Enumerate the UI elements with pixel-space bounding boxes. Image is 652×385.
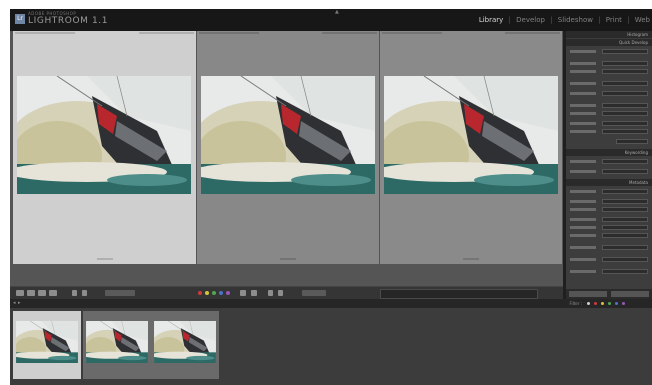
metadata-preset-row[interactable]: [566, 189, 652, 195]
color-label-red[interactable]: [198, 291, 202, 295]
filmstrip-prev-icon[interactable]: ◂: [13, 300, 16, 306]
exposure-row[interactable]: [566, 103, 652, 109]
cell-info: [382, 32, 560, 37]
cell-rating[interactable]: [96, 258, 113, 260]
filmstrip-next-icon[interactable]: ▸: [18, 300, 21, 306]
cell-info: [15, 32, 194, 37]
zoom-slider[interactable]: [302, 290, 326, 296]
filmstrip-thumb[interactable]: [151, 311, 219, 379]
toolbar: [10, 286, 563, 300]
module-separator: |: [598, 16, 601, 24]
filmstrip-thumb-selected[interactable]: [13, 311, 81, 379]
module-slideshow[interactable]: Slideshow: [558, 16, 593, 24]
module-web[interactable]: Web: [635, 16, 650, 24]
module-separator: |: [508, 16, 511, 24]
reset-all-row[interactable]: [566, 139, 652, 145]
survey-cell-selected[interactable]: [13, 31, 196, 264]
cell-rating[interactable]: [463, 258, 479, 260]
metadata-rating-row[interactable]: [566, 217, 652, 223]
module-picker: Library | Develop | Slideshow | Print | …: [476, 16, 650, 24]
cell-info: [199, 32, 377, 37]
crop-ratio-row[interactable]: [566, 61, 652, 67]
filter-green-swatch[interactable]: [608, 302, 611, 305]
filter-yellow-swatch[interactable]: [601, 302, 604, 305]
header: Lr ADOBE PHOTOSHOP LIGHTROOM 1.1 ▲ Libra…: [10, 9, 652, 31]
grid-view-button[interactable]: [16, 290, 24, 296]
keyword-tags-row[interactable]: [566, 159, 652, 165]
module-separator: |: [550, 16, 553, 24]
filter-blue-swatch[interactable]: [615, 302, 618, 305]
color-label-green[interactable]: [212, 291, 216, 295]
metadata-label-row[interactable]: [566, 225, 652, 231]
photo-yacht-3[interactable]: [384, 76, 558, 194]
right-panel: Histogram Quick Develop Keywording Metad…: [566, 31, 652, 299]
color-label-blue[interactable]: [219, 291, 223, 295]
quick-develop-header[interactable]: Quick Develop: [566, 39, 652, 46]
color-label-purple[interactable]: [226, 291, 230, 295]
panel-footer: [566, 289, 652, 299]
clarity-row[interactable]: [566, 121, 652, 127]
keyword-set-row[interactable]: [566, 169, 652, 175]
sort-button[interactable]: [72, 290, 77, 296]
tone-control-row[interactable]: [566, 91, 652, 97]
filmstrip: [10, 308, 652, 385]
metadata-filename-row[interactable]: [566, 199, 652, 205]
metadata-creator-row[interactable]: [566, 269, 652, 275]
treatment-row[interactable]: [566, 69, 652, 75]
module-print[interactable]: Print: [606, 16, 622, 24]
lightroom-window: Lr ADOBE PHOTOSHOP LIGHTROOM 1.1 ▲ Libra…: [10, 9, 652, 385]
collapse-top-panel-icon[interactable]: ▲: [335, 9, 339, 15]
sync-settings-button[interactable]: [611, 291, 649, 297]
filmstrip-thumb[interactable]: [83, 311, 151, 379]
brand-title: LIGHTROOM 1.1: [28, 16, 109, 26]
photo-yacht-2[interactable]: [201, 76, 375, 194]
rotate-right-button[interactable]: [251, 290, 257, 296]
filename-field[interactable]: [380, 289, 538, 299]
next-photo-button[interactable]: [278, 290, 283, 296]
module-develop[interactable]: Develop: [516, 16, 545, 24]
metadata-title-row[interactable]: [566, 233, 652, 239]
survey-cell[interactable]: [197, 31, 379, 264]
color-label-yellow[interactable]: [205, 291, 209, 295]
thumb-yacht-1[interactable]: [16, 321, 78, 363]
filmstrip-bar: ◂ ▸ Filter :: [10, 299, 652, 308]
metadata-caption-row[interactable]: [566, 245, 652, 251]
module-library[interactable]: Library: [479, 16, 503, 24]
filter-flag-swatch[interactable]: [587, 302, 590, 305]
previous-photo-button[interactable]: [268, 290, 273, 296]
thumb-yacht-3[interactable]: [154, 321, 216, 363]
white-balance-row[interactable]: [566, 81, 652, 87]
vibrance-row[interactable]: [566, 129, 652, 135]
metadata-header[interactable]: Metadata: [566, 179, 652, 186]
metadata-path-row[interactable]: [566, 207, 652, 213]
recovery-row[interactable]: [566, 111, 652, 117]
compare-view-button[interactable]: [38, 290, 46, 296]
survey-view-button[interactable]: [49, 290, 57, 296]
cell-rating[interactable]: [280, 258, 296, 260]
survey-cell[interactable]: [380, 31, 562, 264]
app-logo-icon: Lr: [15, 14, 25, 24]
app-version: 1.1: [91, 16, 109, 26]
thumb-yacht-2[interactable]: [86, 321, 148, 363]
sync-metadata-button[interactable]: [569, 291, 607, 297]
rotate-left-button[interactable]: [240, 290, 246, 296]
filter-purple-swatch[interactable]: [622, 302, 625, 305]
photo-yacht-1[interactable]: [17, 76, 191, 194]
flag-button[interactable]: [82, 290, 87, 296]
loupe-view-button[interactable]: [27, 290, 35, 296]
module-separator: |: [627, 16, 630, 24]
saved-preset-row[interactable]: [566, 49, 652, 55]
filter-label: Filter :: [569, 301, 582, 306]
filter-red-swatch[interactable]: [594, 302, 597, 305]
survey-view: [10, 31, 563, 286]
keywording-header[interactable]: Keywording: [566, 149, 652, 156]
sort-order-dropdown[interactable]: [105, 290, 135, 296]
histogram-header[interactable]: Histogram: [566, 31, 652, 38]
metadata-copyright-row[interactable]: [566, 257, 652, 263]
